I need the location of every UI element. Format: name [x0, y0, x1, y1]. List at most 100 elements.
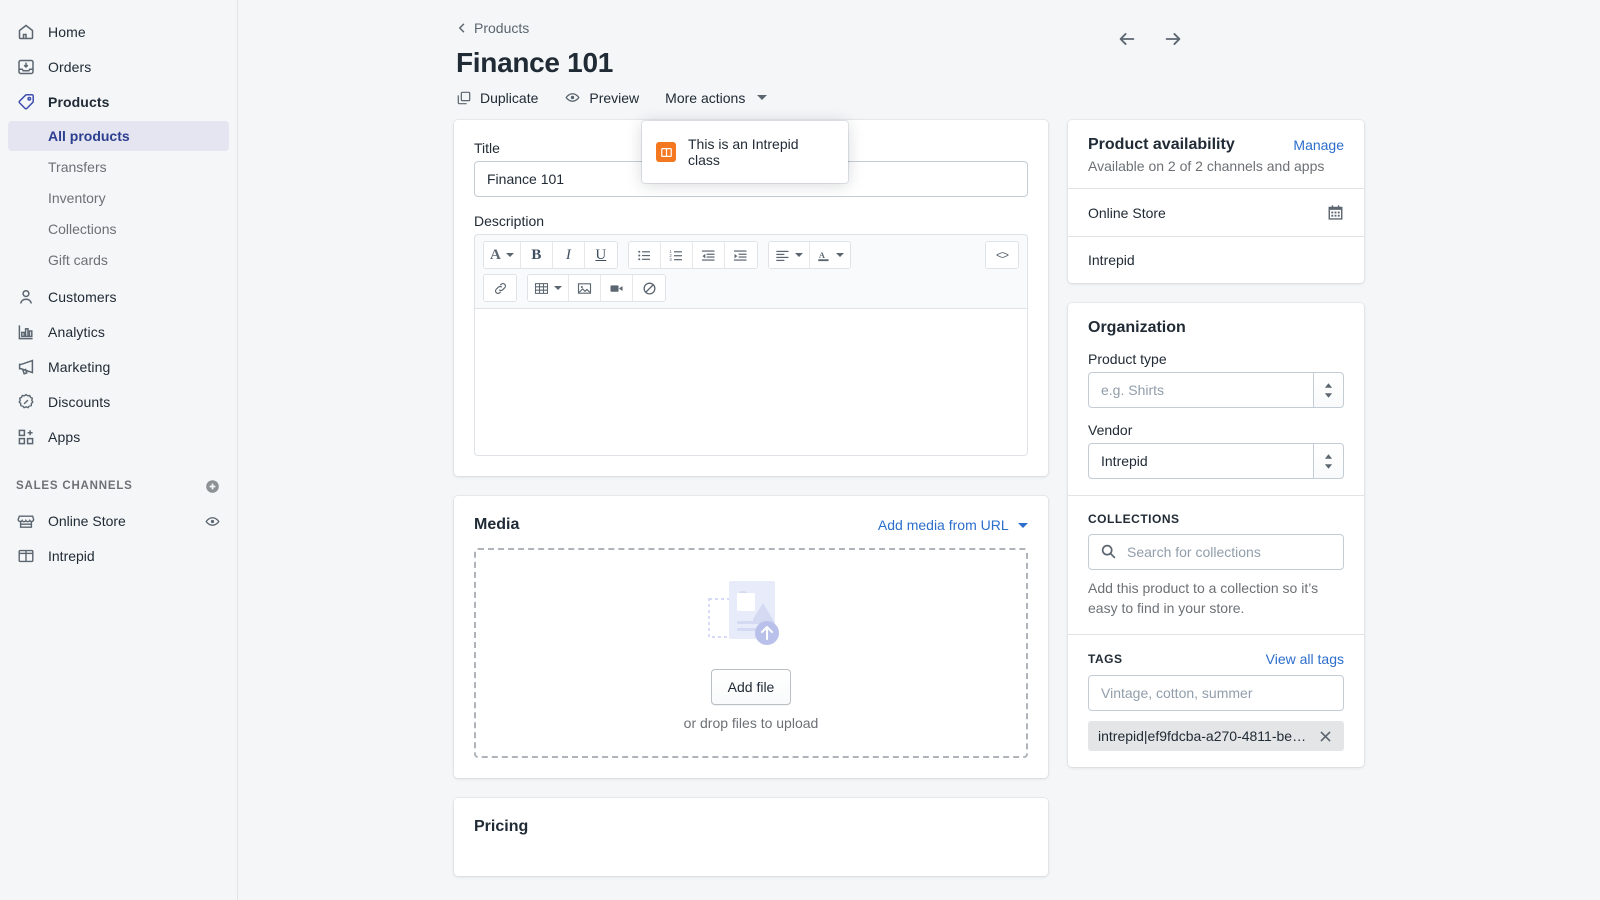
vendor-input[interactable]	[1088, 443, 1313, 479]
sidebar-item-label: Marketing	[48, 359, 111, 375]
insert-table-dropdown[interactable]	[528, 275, 569, 301]
page-navigation	[1116, 28, 1184, 50]
marketing-megaphone-icon	[16, 357, 36, 377]
indent-button[interactable]	[724, 242, 757, 268]
upload-illustration-icon	[703, 575, 799, 659]
chevron-down-icon	[554, 286, 562, 290]
clear-formatting-button[interactable]	[633, 275, 665, 301]
availability-channel-intrepid: Intrepid	[1068, 237, 1364, 283]
sidebar-item-collections[interactable]: Collections	[8, 214, 229, 244]
add-file-button[interactable]: Add file	[710, 669, 792, 705]
text-color-dropdown[interactable]: A	[809, 242, 850, 268]
sidebar-item-all-products[interactable]: All products	[8, 121, 229, 151]
product-type-input[interactable]	[1088, 372, 1313, 408]
sidebar-item-analytics[interactable]: Analytics	[8, 316, 229, 348]
sidebar-item-home[interactable]: Home	[8, 16, 229, 48]
calendar-icon[interactable]	[1327, 204, 1344, 221]
eye-icon	[564, 89, 581, 106]
eye-icon[interactable]	[204, 513, 221, 530]
sidebar-item-transfers[interactable]: Transfers	[8, 152, 229, 182]
tags-label: TAGS	[1088, 652, 1123, 666]
organization-card: Organization Product type e.g. Shirts Ve…	[1068, 303, 1364, 767]
bold-button[interactable]: B	[520, 242, 553, 268]
collections-label: COLLECTIONS	[1088, 512, 1180, 526]
italic-button[interactable]: I	[552, 242, 585, 268]
tags-input[interactable]	[1088, 675, 1344, 711]
bulleted-list-button[interactable]	[628, 242, 661, 268]
availability-summary: Available on 2 of 2 channels and apps	[1088, 158, 1325, 174]
editor-toolbar: A B I U 1 2 3 A <>	[474, 234, 1028, 308]
tag-chip-label: intrepid|ef9fdcba-a270-4811-beb2…	[1098, 728, 1310, 744]
chevron-down-icon	[794, 253, 803, 257]
products-subnav: All products Transfers Inventory Collect…	[0, 121, 237, 275]
font-style-dropdown[interactable]: A	[484, 242, 521, 268]
duplicate-icon	[456, 90, 472, 106]
arrow-right-icon[interactable]	[1162, 28, 1184, 50]
main-content: Products Finance 101 Duplicate Preview M…	[238, 0, 1600, 900]
insert-image-button[interactable]	[569, 275, 601, 301]
list-indent-group: 1 2 3	[627, 241, 758, 269]
sidebar-item-orders[interactable]: Orders	[8, 51, 229, 83]
chevron-down-icon	[505, 253, 514, 257]
sidebar-item-online-store[interactable]: Online Store	[8, 505, 229, 537]
more-actions-label: More actions	[665, 89, 746, 106]
plus-circle-icon[interactable]	[204, 478, 221, 495]
editor-toolbar-row-2	[483, 274, 1019, 302]
orders-icon	[16, 57, 36, 77]
product-type-label: Product type	[1088, 351, 1167, 367]
breadcrumb-label: Products	[474, 20, 530, 36]
sidebar-item-intrepid[interactable]: Intrepid	[8, 540, 229, 572]
sidebar-item-products[interactable]: Products	[8, 86, 229, 118]
sidebar-item-discounts[interactable]: Discounts	[8, 386, 229, 418]
tag-chip: intrepid|ef9fdcba-a270-4811-beb2…	[1088, 721, 1344, 751]
sidebar-subitem-label: Gift cards	[48, 252, 108, 268]
description-editor-body[interactable]	[474, 308, 1028, 456]
collections-help-text: Add this product to a collection so it’s…	[1088, 580, 1319, 616]
insert-link-group	[483, 274, 517, 302]
sidebar-subitem-label: Inventory	[48, 190, 106, 206]
media-heading: Media	[474, 516, 520, 533]
sidebar-item-label: Products	[48, 94, 110, 110]
tags-header: TAGS View all tags	[1088, 651, 1344, 667]
duplicate-button[interactable]: Duplicate	[456, 90, 538, 106]
numbered-list-button[interactable]: 1 2 3	[660, 242, 693, 268]
menu-item-intrepid-class[interactable]: This is an Intrepid class	[642, 128, 848, 176]
media-card: Media Add media from URL Add file or dro…	[454, 496, 1048, 778]
description-field-label: Description	[474, 213, 545, 229]
sidebar-item-customers[interactable]: Customers	[8, 281, 229, 313]
add-media-from-url-label: Add media from URL	[877, 517, 1009, 533]
align-dropdown[interactable]	[768, 242, 810, 268]
view-all-tags-link[interactable]: View all tags	[1266, 651, 1344, 667]
discounts-icon	[16, 392, 36, 412]
text-style-group: A B I U	[483, 241, 618, 269]
vendor-stepper[interactable]	[1312, 443, 1344, 479]
sidebar-item-label: Orders	[48, 59, 92, 75]
collections-search-input[interactable]	[1088, 534, 1344, 570]
arrow-left-icon[interactable]	[1116, 28, 1138, 50]
sidebar-channel-label: Intrepid	[48, 548, 95, 564]
sidebar-item-apps[interactable]: Apps	[8, 421, 229, 453]
menu-item-label: This is an Intrepid class	[688, 136, 799, 168]
product-type-stepper[interactable]	[1312, 372, 1344, 408]
underline-button[interactable]: U	[584, 242, 617, 268]
pricing-card: Pricing	[454, 798, 1048, 876]
media-dropzone[interactable]: Add file or drop files to upload	[474, 548, 1028, 758]
more-actions-button[interactable]: More actions	[665, 89, 768, 106]
insert-link-button[interactable]	[484, 275, 516, 301]
preview-button[interactable]: Preview	[564, 89, 639, 106]
code-view-button[interactable]: <>	[986, 242, 1018, 268]
outdent-button[interactable]	[692, 242, 725, 268]
remove-tag-icon[interactable]	[1315, 726, 1336, 747]
home-icon	[16, 22, 36, 42]
editor-toolbar-row-1: A B I U 1 2 3 A <>	[483, 241, 1019, 269]
sidebar-item-inventory[interactable]: Inventory	[8, 183, 229, 213]
add-media-from-url-button[interactable]: Add media from URL	[878, 517, 1028, 533]
availability-heading: Product availability	[1088, 136, 1235, 153]
breadcrumb[interactable]: Products	[456, 20, 529, 36]
svg-text:A: A	[819, 249, 826, 259]
sidebar-item-marketing[interactable]: Marketing	[8, 351, 229, 383]
description-editor: A B I U 1 2 3 A <>	[474, 234, 1028, 456]
insert-video-button[interactable]	[601, 275, 633, 301]
sidebar-item-gift-cards[interactable]: Gift cards	[8, 245, 229, 275]
manage-availability-link[interactable]: Manage	[1293, 137, 1344, 153]
